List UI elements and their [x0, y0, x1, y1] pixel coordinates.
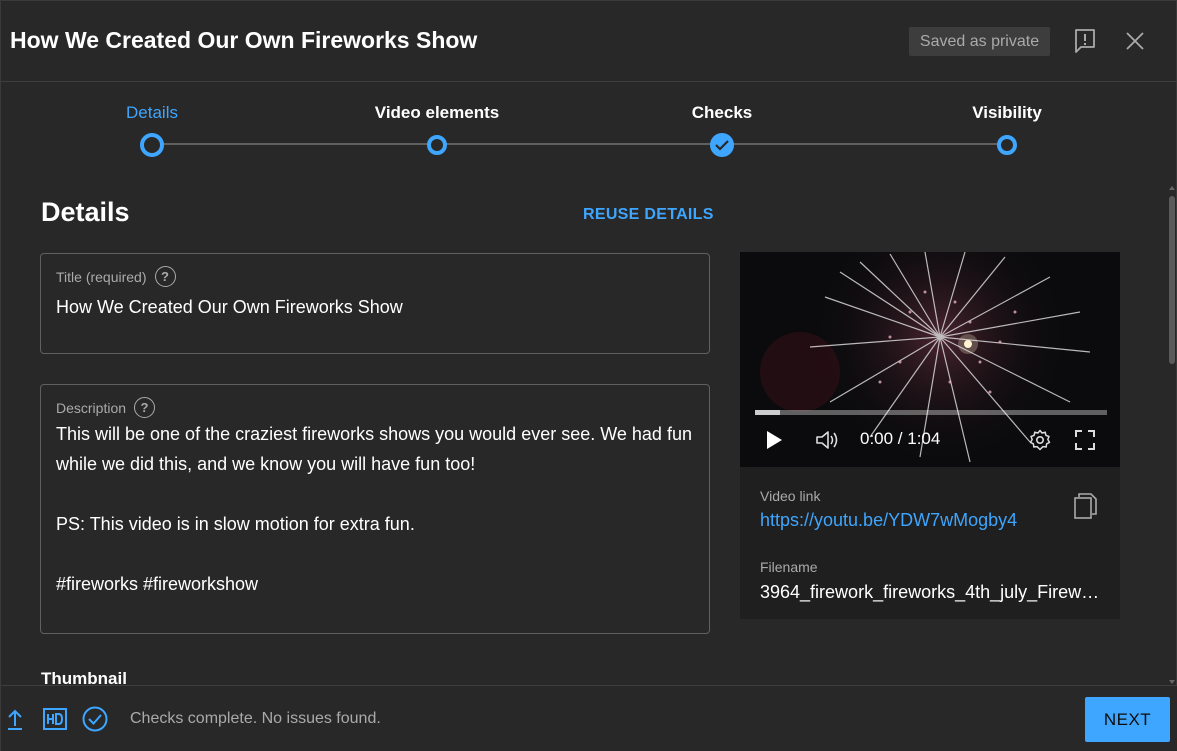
- step-dot: [997, 135, 1017, 155]
- step-label: Checks: [691, 103, 753, 122]
- step-label: Visibility: [972, 103, 1042, 122]
- close-icon[interactable]: [1119, 25, 1151, 57]
- gear-icon[interactable]: [1027, 427, 1053, 453]
- volume-icon[interactable]: [815, 427, 841, 453]
- upload-stepper: Details Video elements Checks Visibility: [1, 82, 1177, 172]
- help-icon[interactable]: ?: [154, 266, 176, 287]
- step-active-dot: [140, 133, 164, 157]
- step-dot: [427, 135, 447, 155]
- help-icon[interactable]: ?: [134, 397, 156, 418]
- description-input[interactable]: This will be one of the craziest firewor…: [56, 419, 694, 599]
- reuse-details-button[interactable]: REUSE DETAILS: [583, 206, 714, 224]
- video-controls: 0:00 / 1:04: [740, 407, 1120, 467]
- video-time: 0:00 / 1:04: [860, 429, 941, 448]
- upload-icon[interactable]: [5, 706, 25, 732]
- step-details[interactable]: Details: [52, 82, 252, 157]
- filename-value: 3964_firework_fireworks_4th_july_Firewor…: [760, 582, 1100, 602]
- stepper-line: [152, 143, 1008, 145]
- description-field-label: Description ?: [56, 397, 156, 418]
- fullscreen-icon[interactable]: [1072, 427, 1098, 453]
- filename-label: Filename: [760, 559, 818, 575]
- hd-icon[interactable]: [43, 706, 67, 732]
- dialog-header: How We Created Our Own Fireworks Show Sa…: [1, 1, 1177, 82]
- step-checks[interactable]: Checks: [622, 82, 822, 157]
- video-progress-bar[interactable]: [755, 410, 1107, 415]
- step-video-elements[interactable]: Video elements: [337, 82, 537, 155]
- video-link[interactable]: https://youtu.be/YDW7wMogby4: [760, 510, 1017, 531]
- checkmark-icon: [710, 133, 734, 157]
- step-label: Video elements: [374, 103, 500, 122]
- scrollbar-thumb[interactable]: [1169, 196, 1175, 364]
- dialog-title: How We Created Our Own Fireworks Show: [10, 27, 478, 53]
- play-icon[interactable]: [761, 427, 787, 453]
- video-progress-fill: [755, 410, 780, 415]
- title-input[interactable]: How We Created Our Own Fireworks Show: [56, 292, 694, 322]
- content-scrollbar[interactable]: [1164, 186, 1176, 684]
- copy-icon[interactable]: [1072, 492, 1098, 520]
- saved-status-badge: Saved as private: [909, 27, 1050, 56]
- title-field-label: Title (required) ?: [56, 266, 176, 287]
- title-label-text: Title (required): [56, 268, 147, 285]
- step-label: Details: [126, 103, 178, 122]
- checks-complete-icon[interactable]: [82, 706, 108, 732]
- upload-dialog: How We Created Our Own Fireworks Show Sa…: [0, 0, 1177, 751]
- step-visibility[interactable]: Visibility: [907, 82, 1107, 155]
- next-button[interactable]: NEXT: [1085, 697, 1170, 742]
- video-preview-card: 0:00 / 1:04 Video link https://youtu.be/…: [740, 252, 1120, 619]
- video-player[interactable]: 0:00 / 1:04: [740, 252, 1120, 467]
- description-field[interactable]: Description ? This will be one of the cr…: [40, 384, 710, 634]
- scroll-up-icon[interactable]: [1169, 186, 1175, 190]
- title-field[interactable]: Title (required) ? How We Created Our Ow…: [40, 253, 710, 354]
- scroll-down-icon[interactable]: [1169, 680, 1175, 684]
- feedback-icon[interactable]: [1069, 25, 1101, 57]
- checks-status-text: Checks complete. No issues found.: [130, 710, 381, 727]
- dialog-footer: Checks complete. No issues found. NEXT: [1, 685, 1177, 751]
- video-link-label: Video link: [760, 488, 821, 504]
- description-label-text: Description: [56, 399, 127, 416]
- section-heading: Details: [41, 197, 130, 227]
